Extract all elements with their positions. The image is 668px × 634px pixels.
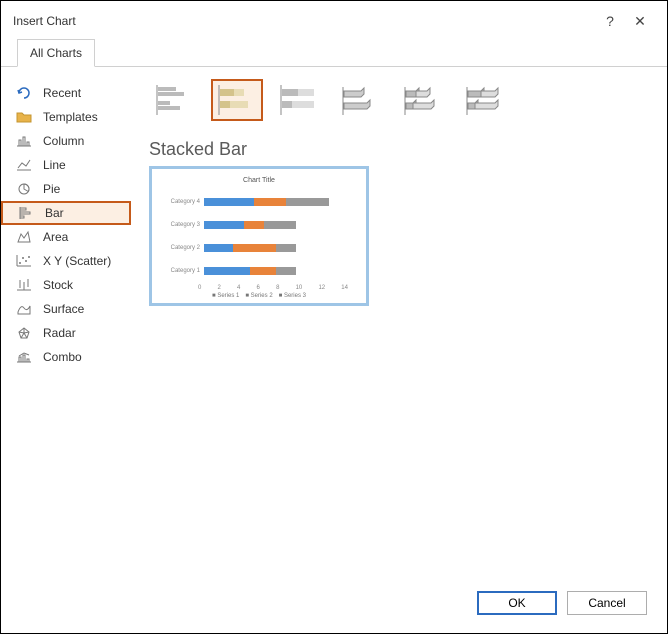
axis-tick: 10 [296, 285, 303, 291]
preview-category-label: Category 4 [170, 199, 204, 205]
axis-tick: 0 [198, 285, 201, 291]
sidebar-item-line[interactable]: Line [1, 153, 131, 177]
sidebar-item-combo[interactable]: Combo [1, 345, 131, 369]
sidebar-item-column[interactable]: Column [1, 129, 131, 153]
subtype-3d-stacked-bar[interactable] [397, 79, 449, 121]
axis-tick: 6 [257, 285, 260, 291]
area-icon [15, 229, 33, 245]
preview-row: Category 1 [170, 264, 348, 278]
sidebar-item-stock[interactable]: Stock [1, 273, 131, 297]
sidebar-item-pie[interactable]: Pie [1, 177, 131, 201]
ok-button[interactable]: OK [477, 591, 557, 615]
help-button[interactable]: ? [595, 13, 625, 29]
axis-tick: 12 [318, 285, 325, 291]
line-icon [15, 157, 33, 173]
pie-icon [15, 181, 33, 197]
subtype-clustered-bar[interactable] [149, 79, 201, 121]
tab-row: All Charts [1, 41, 667, 67]
sidebar-item-surface[interactable]: Surface [1, 297, 131, 321]
dialog-title: Insert Chart [13, 14, 76, 28]
stock-icon [15, 277, 33, 293]
axis-tick: 2 [218, 285, 221, 291]
subtype-row [149, 79, 649, 121]
main-area: Stacked Bar Chart Title Category 4 Categ… [131, 67, 667, 577]
subtype-3d-100-stacked-bar[interactable] [459, 79, 511, 121]
combo-icon [15, 349, 33, 365]
radar-icon [15, 325, 33, 341]
preview-legend: Series 1 Series 2 Series 3 [160, 293, 358, 299]
sidebar-item-bar[interactable]: Bar [1, 201, 131, 225]
close-button[interactable]: ✕ [625, 13, 655, 30]
recent-icon [15, 85, 33, 101]
surface-icon [15, 301, 33, 317]
preview-row: Category 2 [170, 241, 348, 255]
preview-category-label: Category 2 [170, 245, 204, 251]
cancel-button[interactable]: Cancel [567, 591, 647, 615]
legend-item: Series 3 [279, 293, 306, 299]
sidebar-item-label: Bar [45, 206, 64, 220]
sidebar-item-label: Pie [43, 182, 60, 196]
preview-axis: 0 2 4 6 8 10 12 14 [160, 285, 358, 291]
subtype-stacked-bar[interactable] [211, 79, 263, 121]
tab-all-charts[interactable]: All Charts [17, 39, 95, 67]
preview-category-label: Category 1 [170, 268, 204, 274]
sidebar-item-label: Recent [43, 86, 81, 100]
sidebar-item-recent[interactable]: Recent [1, 81, 131, 105]
sidebar-item-label: Radar [43, 326, 76, 340]
preview-title: Chart Title [160, 177, 358, 184]
titlebar: Insert Chart ? ✕ [1, 1, 667, 41]
subtype-100-stacked-bar[interactable] [273, 79, 325, 121]
chart-type-title: Stacked Bar [149, 139, 649, 160]
sidebar-item-label: Column [43, 134, 84, 148]
footer: OK Cancel [477, 591, 647, 615]
sidebar-item-label: Templates [43, 110, 98, 124]
axis-tick: 4 [237, 285, 240, 291]
bar-icon [17, 205, 35, 221]
axis-tick: 8 [276, 285, 279, 291]
scatter-icon [15, 253, 33, 269]
preview-row: Category 3 [170, 218, 348, 232]
sidebar-item-scatter[interactable]: X Y (Scatter) [1, 249, 131, 273]
sidebar-item-label: Line [43, 158, 66, 172]
folder-icon [15, 109, 33, 125]
sidebar-item-label: Area [43, 230, 68, 244]
sidebar-item-label: Surface [43, 302, 84, 316]
sidebar-item-label: Stock [43, 278, 73, 292]
sidebar-item-templates[interactable]: Templates [1, 105, 131, 129]
subtype-3d-clustered-bar[interactable] [335, 79, 387, 121]
preview-plot: Category 4 Category 3 Category 2 Categor… [160, 188, 358, 285]
sidebar-item-area[interactable]: Area [1, 225, 131, 249]
chart-preview[interactable]: Chart Title Category 4 Category 3 Catego… [149, 166, 369, 306]
legend-item: Series 1 [212, 293, 239, 299]
sidebar-item-label: X Y (Scatter) [43, 254, 111, 268]
preview-row: Category 4 [170, 195, 348, 209]
axis-tick: 14 [341, 285, 348, 291]
preview-category-label: Category 3 [170, 222, 204, 228]
sidebar-item-radar[interactable]: Radar [1, 321, 131, 345]
sidebar-item-label: Combo [43, 350, 82, 364]
legend-item: Series 2 [245, 293, 272, 299]
sidebar: Recent Templates Column Line Pie [1, 67, 131, 577]
column-icon [15, 133, 33, 149]
